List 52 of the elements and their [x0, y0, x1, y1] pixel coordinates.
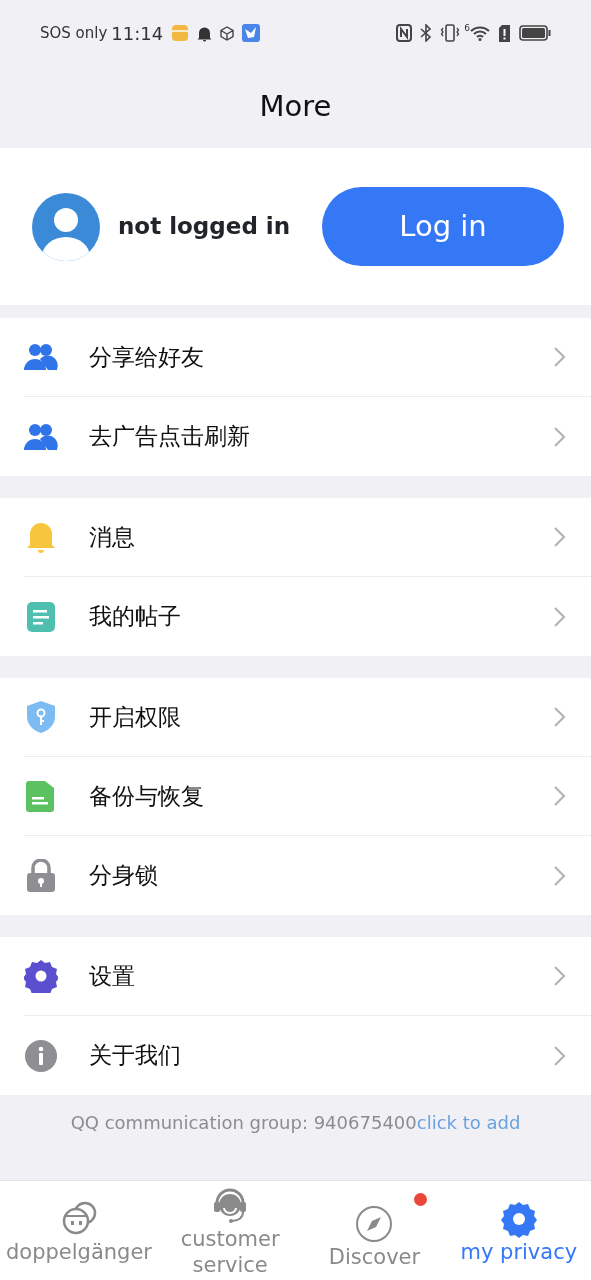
cube-icon: [220, 25, 235, 41]
settings-icon: [24, 959, 58, 993]
chevron-right-icon: [553, 346, 567, 368]
wifi-generation-label: 6: [464, 22, 470, 35]
bluetooth-icon: [420, 24, 433, 42]
menu-item[interactable]: 去广告点击刷新: [24, 397, 591, 476]
chevron-right-icon: [553, 1044, 567, 1067]
page-title: More: [259, 88, 332, 126]
chevron-right-icon: [553, 785, 567, 807]
menu-label: 开启权限: [89, 702, 182, 732]
carrier-text: SOS only: [40, 22, 108, 44]
wifi-icon: [470, 25, 490, 41]
chevron-right-icon: [553, 425, 567, 448]
document-icon: [24, 599, 58, 634]
menu-item[interactable]: 开启权限: [24, 678, 591, 757]
menu-label: 分身锁: [89, 861, 159, 891]
menu-label: 去广告点击刷新: [89, 422, 251, 452]
login-button[interactable]: Log in: [322, 187, 564, 266]
menu-item[interactable]: 消息: [24, 498, 591, 577]
avatar-icon: [32, 192, 100, 261]
shield-icon: [24, 700, 58, 734]
menu-item[interactable]: 分身锁: [24, 836, 591, 915]
info-icon: [24, 1038, 58, 1073]
menu-item[interactable]: 设置: [24, 937, 591, 1016]
menu-label: 设置: [89, 961, 136, 991]
menu-label: 我的帖子: [89, 602, 182, 632]
nav-tab[interactable]: my privacy: [446, 1181, 591, 1280]
vibrate-icon: [440, 24, 461, 42]
footer-text: QQ communication group: 940675400click to add: [70, 1112, 521, 1133]
menu-item[interactable]: 我的帖子: [24, 577, 591, 656]
lock-icon: [24, 858, 58, 893]
compass-icon: [354, 1204, 395, 1244]
chevron-right-icon: [553, 864, 567, 887]
chevron-right-icon: [553, 706, 567, 728]
menu-item[interactable]: 关于我们: [24, 1016, 591, 1095]
menu-item[interactable]: 分享给好友: [24, 318, 591, 397]
bird-app-icon: [242, 24, 261, 42]
menu-label: 备份与恢复: [89, 781, 205, 811]
menu-item[interactable]: 备份与恢复: [24, 757, 591, 836]
menu-label: 分享给好友: [89, 342, 205, 372]
chevron-right-icon: [553, 965, 567, 987]
settings-icon: [498, 1199, 539, 1239]
chevron-right-icon: [553, 605, 567, 628]
nfc-icon: [396, 24, 413, 42]
menu-label: 关于我们: [89, 1041, 182, 1071]
clock: 11:14: [111, 21, 164, 46]
chevron-right-icon: [553, 526, 567, 548]
battery-icon: [519, 25, 551, 41]
app-notification-icon: [171, 24, 190, 42]
sim-alert-icon: [498, 24, 511, 42]
login-status: not logged in: [118, 212, 292, 242]
menu-label: 消息: [89, 522, 136, 552]
